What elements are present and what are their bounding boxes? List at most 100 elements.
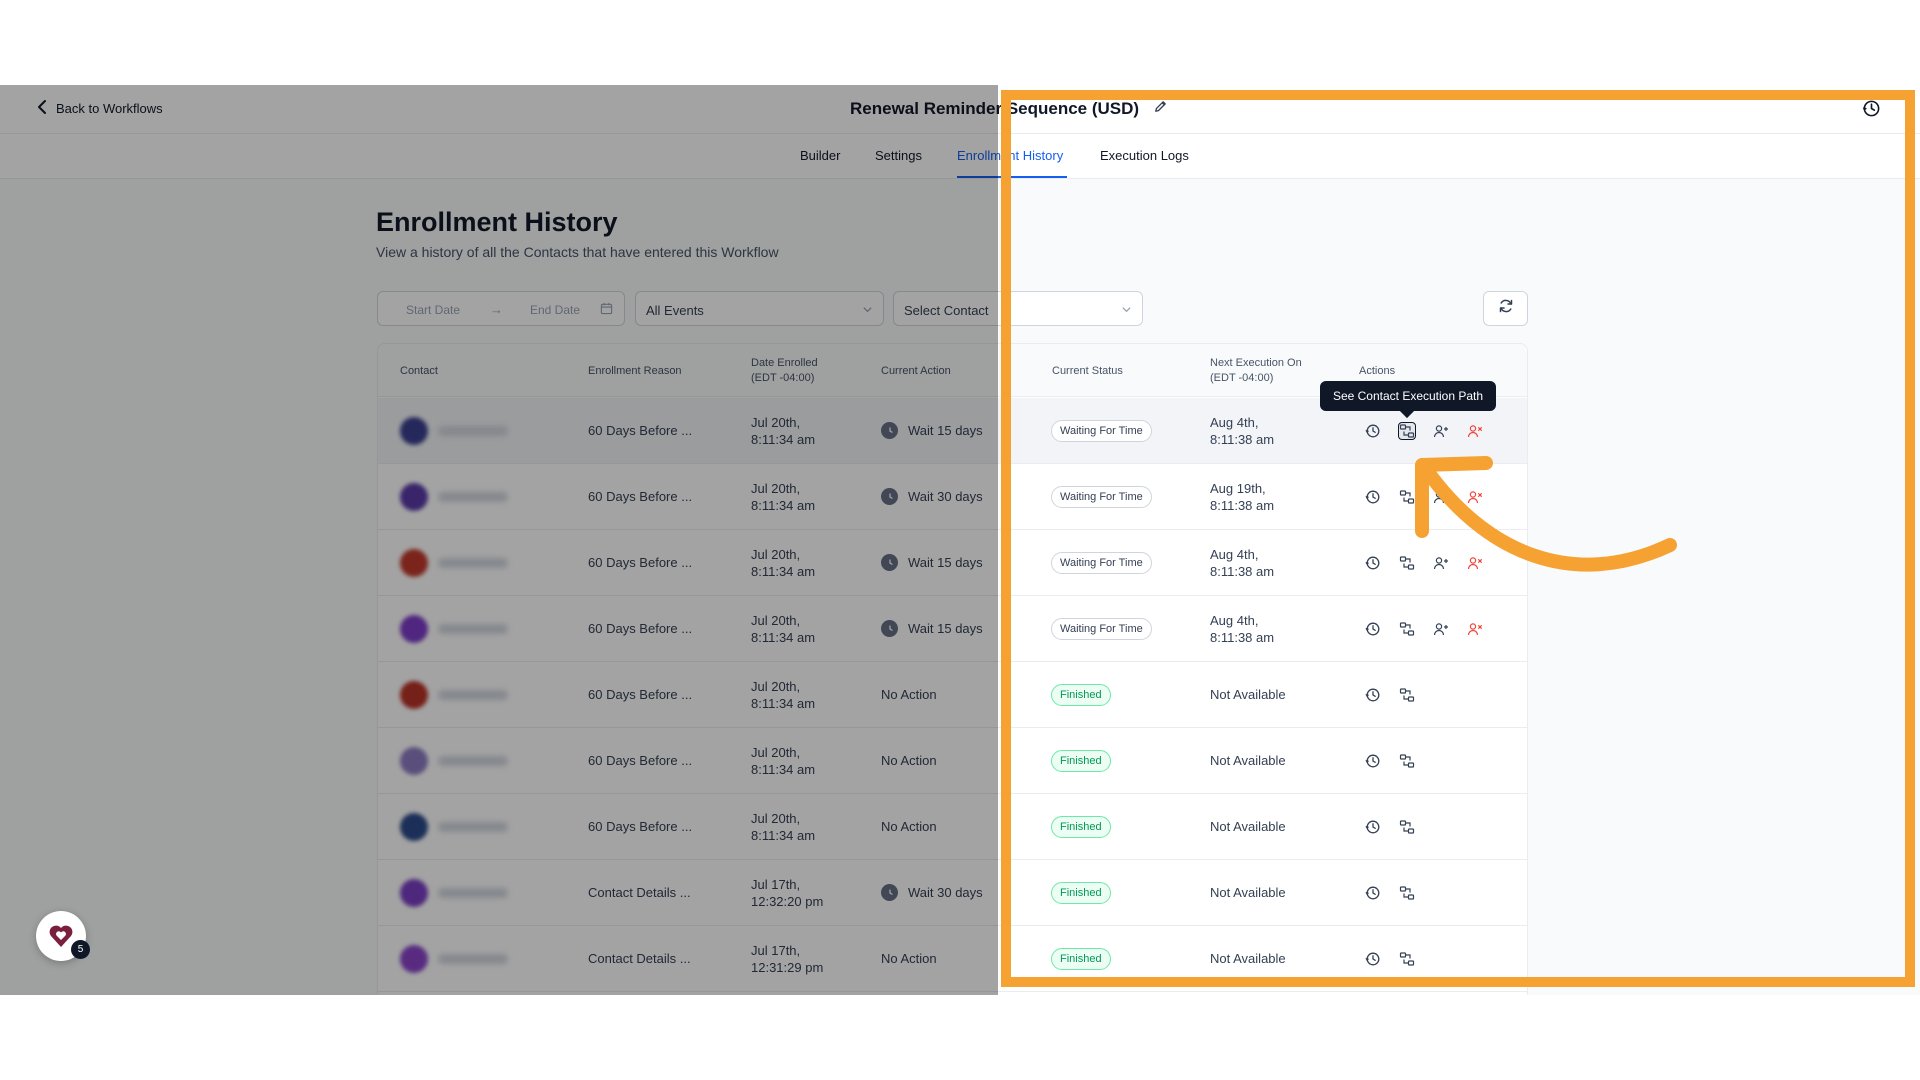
contact-name[interactable] (438, 822, 508, 832)
current-action: Wait 15 days (881, 554, 983, 571)
end-date-input[interactable]: End Date (530, 303, 580, 317)
history-icon[interactable] (1365, 753, 1381, 769)
table-row[interactable]: 60 Days Before ... Jul 20th, 8:11:34 am Wai… (378, 596, 1527, 662)
execution-path-icon[interactable] (1399, 555, 1415, 571)
status-badge: Waiting For Time (1051, 420, 1152, 442)
table-row[interactable]: 60 Days Before ... Jul 20th, 8:11:34 am No … (378, 794, 1527, 860)
clock-icon (881, 422, 898, 439)
clock-icon (881, 554, 898, 571)
history-icon[interactable] (1365, 555, 1381, 571)
current-action: No Action (881, 687, 937, 702)
calendar-icon (600, 302, 613, 318)
execution-path-icon[interactable] (1399, 687, 1415, 703)
execution-path-icon[interactable] (1399, 819, 1415, 835)
table-row[interactable]: Contact Details ... Jul 17th, 12:32:20 pm W… (378, 860, 1527, 926)
refresh-button[interactable] (1483, 291, 1528, 326)
next-execution: Not Available (1210, 753, 1286, 768)
col-date-enrolled: Date Enrolled (EDT -04:00) (751, 357, 818, 384)
date-enrolled: Jul 17th, 12:31:29 pm (751, 943, 824, 975)
tab-settings[interactable]: Settings (875, 148, 922, 163)
execution-path-icon[interactable] (1399, 753, 1415, 769)
date-enrolled: Jul 17th, 12:32:20 pm (751, 877, 824, 909)
contact-select[interactable]: Select Contact (893, 291, 1143, 326)
notification-count: 5 (71, 940, 90, 959)
contact-name[interactable] (438, 888, 508, 898)
contact-name[interactable] (438, 756, 508, 766)
enrollment-reason: 60 Days Before ... (588, 423, 693, 438)
remove-user-icon[interactable] (1467, 621, 1483, 637)
current-action: Wait 30 days (881, 488, 983, 505)
refresh-icon (1498, 298, 1514, 319)
current-action: No Action (881, 753, 937, 768)
start-date-input[interactable]: Start Date (406, 303, 460, 317)
table-row[interactable]: 60 Days Before ... Jul 20th, 8:11:34 am No … (378, 662, 1527, 728)
history-icon[interactable] (1365, 951, 1381, 967)
next-execution: Not Available (1210, 819, 1286, 834)
history-icon[interactable] (1365, 423, 1381, 439)
clock-icon (881, 884, 898, 901)
enrollment-reason: 60 Days Before ... (588, 753, 693, 768)
table-row[interactable]: 60 Days Before ... Jul 20th, 8:11:34 am Wai… (378, 530, 1527, 596)
contact-avatar (400, 879, 428, 907)
date-range-picker[interactable]: Start Date → End Date (377, 291, 625, 326)
history-icon[interactable] (1365, 687, 1381, 703)
current-action: Wait 15 days (881, 620, 983, 637)
events-select[interactable]: All Events (635, 291, 884, 326)
table-row[interactable]: Contact Details ... Jul 17th, 12:31:29 pm N… (378, 926, 1527, 992)
status-badge: Finished (1051, 684, 1111, 706)
enrollment-reason: Contact Details ... (588, 951, 691, 966)
execution-path-icon[interactable] (1399, 489, 1415, 505)
workflow-title-text: Renewal Reminder Sequence (USD) (850, 99, 1140, 118)
tab-bar: Builder Settings Enrollment History Exec… (0, 134, 1920, 179)
date-enrolled: Jul 20th, 8:11:34 am (751, 481, 816, 513)
table-row[interactable]: 60 Days Before ... Jul 20th, 8:11:34 am No … (378, 728, 1527, 794)
status-badge: Waiting For Time (1051, 552, 1152, 574)
tab-enrollment-history[interactable]: Enrollment History (957, 148, 1063, 163)
contact-name[interactable] (438, 624, 508, 634)
contact-avatar (400, 417, 428, 445)
status-badge: Waiting For Time (1051, 486, 1152, 508)
add-user-icon[interactable] (1433, 555, 1449, 571)
enrollment-reason: 60 Days Before ... (588, 555, 693, 570)
active-tab-indicator (957, 176, 1067, 178)
add-user-icon[interactable] (1433, 489, 1449, 505)
heart-icon (49, 920, 73, 953)
enrollment-reason: 60 Days Before ... (588, 687, 693, 702)
clock-icon (881, 620, 898, 637)
back-to-workflows-link[interactable]: Back to Workflows (36, 99, 163, 118)
table-row[interactable]: 60 Days Before ... Jul 20th, 8:11:34 am Wai… (378, 464, 1527, 530)
tab-execution-logs[interactable]: Execution Logs (1100, 148, 1189, 163)
contact-name[interactable] (438, 426, 508, 436)
contact-name[interactable] (438, 954, 508, 964)
contact-name[interactable] (438, 492, 508, 502)
workflow-title: Renewal Reminder Sequence (USD) (850, 99, 1168, 119)
history-icon[interactable] (1365, 885, 1381, 901)
next-execution: Aug 4th, 8:11:38 am (1210, 613, 1275, 645)
workflow-app: Back to Workflows Renewal Reminder Seque… (0, 85, 1920, 995)
add-user-icon[interactable] (1433, 423, 1449, 439)
status-badge: Finished (1051, 816, 1111, 838)
scrollbar[interactable] (1908, 193, 1911, 933)
history-icon[interactable] (1365, 489, 1381, 505)
execution-path-icon[interactable] (1399, 951, 1415, 967)
status-badge: Waiting For Time (1051, 618, 1152, 640)
history-icon[interactable] (1365, 819, 1381, 835)
date-enrolled: Jul 20th, 8:11:34 am (751, 547, 816, 579)
tab-builder[interactable]: Builder (800, 148, 840, 163)
add-user-icon[interactable] (1433, 621, 1449, 637)
clock-icon (881, 488, 898, 505)
chevron-down-icon (862, 303, 873, 318)
workflow-history-icon[interactable] (1862, 99, 1881, 123)
contact-name[interactable] (438, 558, 508, 568)
edit-pencil-icon[interactable] (1153, 99, 1168, 119)
execution-path-icon[interactable] (1399, 885, 1415, 901)
execution-path-icon[interactable] (1399, 621, 1415, 637)
history-icon[interactable] (1365, 621, 1381, 637)
contact-name[interactable] (438, 690, 508, 700)
execution-path-icon[interactable] (1398, 422, 1416, 440)
notifications-button[interactable]: 5 (36, 911, 90, 961)
remove-user-icon[interactable] (1467, 423, 1483, 439)
remove-user-icon[interactable] (1467, 489, 1483, 505)
remove-user-icon[interactable] (1467, 555, 1483, 571)
contact-select-placeholder: Select Contact (904, 303, 989, 318)
